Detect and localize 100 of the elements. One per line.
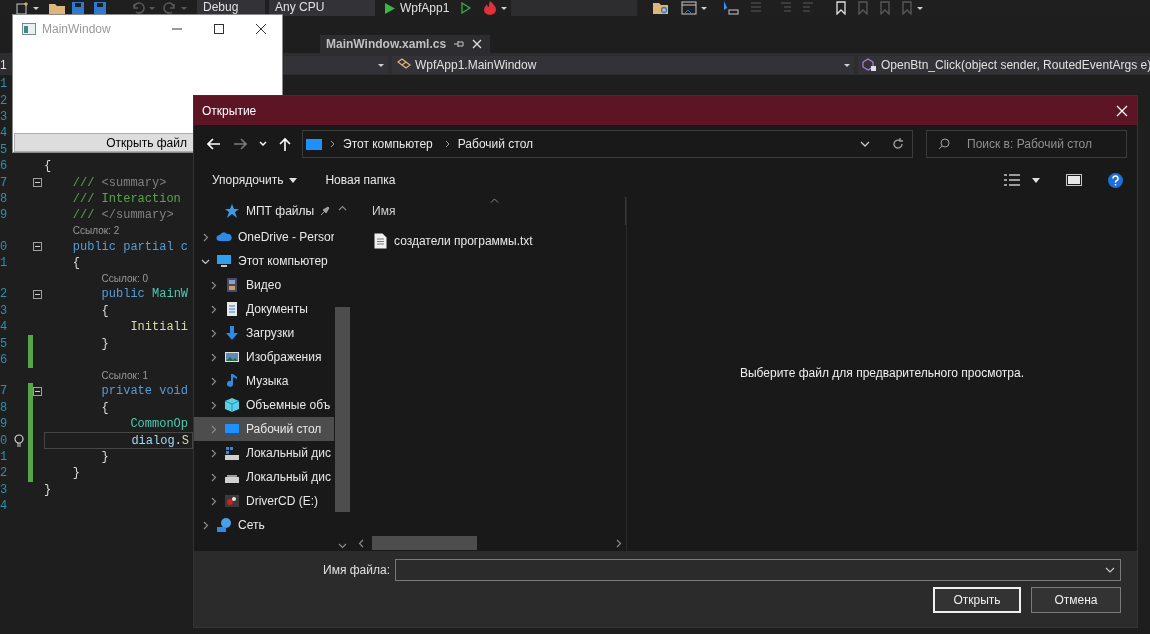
maximize-icon[interactable]: [214, 24, 224, 34]
collapse-icon[interactable]: [33, 178, 42, 188]
cancel-button[interactable]: Отмена: [1031, 587, 1121, 613]
chevron-icon[interactable]: [209, 376, 218, 386]
help-icon[interactable]: [1108, 172, 1123, 188]
flame-icon[interactable]: [483, 1, 498, 15]
close-icon[interactable]: [256, 24, 266, 34]
monitor-icon: [216, 253, 232, 269]
line-number: 7: [0, 384, 9, 399]
back-arrow-icon[interactable]: [207, 138, 221, 150]
nav-item-label: OneDrive - Persor: [238, 230, 334, 244]
scroll-left-icon[interactable]: [358, 538, 364, 548]
chevron-right-icon[interactable]: [330, 140, 335, 148]
text-file-icon: [374, 233, 387, 249]
file-name-field[interactable]: [395, 559, 1121, 581]
organize-button[interactable]: Упорядочить: [204, 169, 306, 191]
chevron-icon[interactable]: [209, 328, 218, 338]
line-number: 9: [0, 417, 9, 432]
folder-search-icon[interactable]: [653, 1, 670, 15]
chevron-icon[interactable]: [209, 472, 218, 482]
scroll-up-icon[interactable]: [338, 205, 347, 211]
pin-icon[interactable]: [454, 39, 465, 49]
code-line: /// Interaction: [72, 191, 181, 206]
code-line: public partial c: [72, 239, 188, 254]
collapse-icon[interactable]: [33, 290, 42, 299]
new-folder-button[interactable]: Новая папка: [317, 169, 404, 191]
up-arrow-icon[interactable]: [279, 137, 291, 151]
caret-icon[interactable]: [1032, 177, 1040, 183]
nav-tree-item[interactable]: Документы: [194, 297, 334, 321]
code-line: public MainW: [101, 287, 189, 302]
chevron-icon[interactable]: [201, 232, 210, 242]
search-icon: [938, 138, 950, 150]
chevron-icon[interactable]: [209, 304, 218, 314]
nav-tree-item[interactable]: Сеть: [194, 513, 334, 537]
download-arrow-icon: [224, 325, 240, 341]
chevron-icon[interactable]: [209, 496, 218, 506]
nav-tree-item[interactable]: Этот компьютер: [194, 249, 334, 273]
nav-tree-item[interactable]: МПТ файлы: [194, 197, 334, 225]
chevron-icon[interactable]: [209, 352, 218, 362]
chevron-icon[interactable]: [201, 520, 210, 530]
preview-pane-icon[interactable]: [1066, 174, 1082, 186]
nav-tree-item[interactable]: Рабочий стол: [194, 417, 334, 441]
chevron-icon[interactable]: [209, 448, 218, 458]
chevron-icon[interactable]: [209, 280, 218, 290]
nav-tree-item[interactable]: Загрузки: [194, 321, 334, 345]
column-header[interactable]: Имя: [372, 204, 396, 218]
start-button[interactable]: WpfApp1: [381, 0, 454, 16]
file-item[interactable]: создатели программы.txt: [354, 231, 626, 251]
address-bar[interactable]: Этот компьютер Рабочий стол: [302, 130, 913, 158]
editor-tab[interactable]: MainWindow.xaml.cs: [320, 35, 491, 53]
network-icon: [216, 517, 232, 533]
save-all-icon[interactable]: [93, 2, 107, 14]
chevron-down-icon[interactable]: [1105, 567, 1115, 573]
new-item-icon[interactable]: [15, 2, 29, 14]
bookmark-icon[interactable]: [835, 1, 848, 15]
view-list-icon[interactable]: [1004, 174, 1020, 186]
nav-item-label: Локальный дис: [246, 446, 331, 460]
project-text: 1: [0, 58, 7, 72]
reference-count[interactable]: Ссылок: 0: [101, 272, 149, 284]
nav-tree-item[interactable]: OneDrive - Persor: [194, 225, 334, 249]
window-icon[interactable]: [681, 1, 698, 15]
nav-tree-item[interactable]: Музыка: [194, 369, 334, 393]
reference-count[interactable]: Ссылок: 2: [72, 225, 120, 236]
nav-tree-item[interactable]: Изображения: [194, 345, 334, 369]
type-dropdown[interactable]: WpfApp1.MainWindow: [392, 56, 854, 74]
chevron-icon[interactable]: [209, 400, 218, 410]
lightbulb-icon[interactable]: [14, 433, 24, 448]
line-number: 3: [0, 109, 9, 124]
open-file-button[interactable]: Открыть файл: [14, 133, 194, 152]
platform-dropdown[interactable]: Any CPU: [269, 0, 375, 16]
scroll-right-icon[interactable]: [616, 538, 622, 548]
line-number: 4: [0, 499, 9, 514]
open-button[interactable]: Открыть: [933, 587, 1021, 613]
collapse-icon[interactable]: [33, 386, 42, 396]
reference-count[interactable]: Ссылок: 1: [101, 369, 149, 381]
nav-tree-item[interactable]: Локальный дис: [194, 465, 334, 489]
chevron-down-icon[interactable]: [860, 141, 870, 147]
undo-icon[interactable]: [131, 2, 145, 14]
search-field[interactable]: Поиск в: Рабочий стол: [926, 130, 1127, 158]
collapse-icon[interactable]: [33, 242, 42, 252]
nav-item-label: DriverCD (E:): [246, 494, 318, 508]
nav-tree-item[interactable]: Видео: [194, 273, 334, 297]
chevron-right-icon[interactable]: [444, 140, 450, 148]
line-number: 0: [0, 239, 9, 254]
member-dropdown[interactable]: OpenBtn_Click(object sender, RoutedEventArgs e): [858, 56, 1150, 74]
scroll-down-icon[interactable]: [338, 543, 347, 549]
save-icon[interactable]: [71, 2, 85, 14]
line-number: 8: [0, 400, 9, 415]
redo-icon[interactable]: [163, 2, 177, 14]
play-outline-icon[interactable]: [461, 2, 472, 14]
line-number: 2: [0, 93, 9, 108]
forward-arrow-icon[interactable]: [233, 138, 247, 150]
code-line: private void: [101, 384, 189, 399]
breadcrumb-item[interactable]: Этот компьютер: [343, 137, 433, 151]
nav-tree-item[interactable]: Объемные объ: [194, 393, 334, 417]
refresh-icon[interactable]: [892, 138, 904, 150]
pointer-icon[interactable]: [723, 1, 740, 15]
nav-tree-item[interactable]: DriverCD (E:): [194, 489, 334, 513]
breadcrumb-item[interactable]: Рабочий стол: [457, 137, 534, 151]
nav-tree-item[interactable]: Локальный дис: [194, 441, 334, 465]
